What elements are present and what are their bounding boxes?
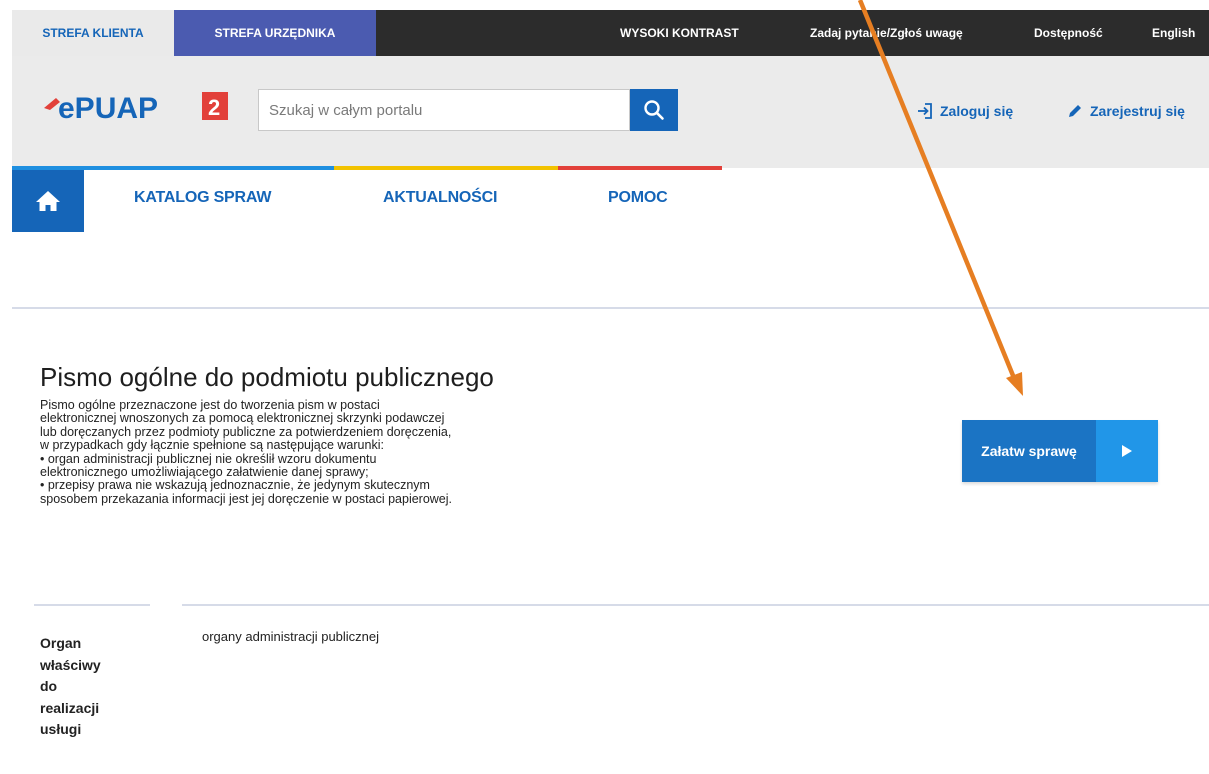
nav-help[interactable]: POMOC	[608, 189, 668, 207]
organ-label-line: właściwy	[40, 656, 101, 673]
value-divider	[182, 604, 1209, 606]
handle-case-button[interactable]: Załatw sprawę	[962, 420, 1158, 482]
organ-label: Organ właściwy do realizacji usługi	[40, 633, 101, 741]
nav-catalog[interactable]: KATALOG SPRAW	[134, 189, 271, 207]
login-link[interactable]: Zaloguj się	[916, 100, 1013, 122]
search-box	[258, 89, 630, 131]
organ-label-line: usługi	[40, 721, 82, 737]
login-icon	[918, 103, 932, 119]
login-label: Zaloguj się	[940, 103, 1014, 119]
search-icon	[644, 100, 664, 120]
service-description: Pismo ogólne przeznaczone jest do tworze…	[40, 398, 580, 506]
english-link[interactable]: English	[1152, 10, 1195, 56]
organ-value: organy administracji publicznej	[202, 629, 380, 644]
accessibility-link[interactable]: Dostępność	[1034, 10, 1103, 56]
pencil-icon	[1069, 105, 1081, 117]
description-line: lub doręczanych przez podmioty publiczne…	[40, 424, 452, 439]
description-line: Pismo ogólne przeznaczone jest do tworze…	[40, 398, 380, 412]
header: ePUAP 2 Zaloguj się Zarejestruj się	[12, 56, 1209, 168]
register-label: Zarejestruj się	[1090, 103, 1185, 119]
play-arrow-box	[1096, 420, 1158, 482]
description-line: • przepisy prawa nie wskazują jednoznacz…	[40, 478, 430, 493]
play-icon	[1122, 445, 1132, 457]
description-line: • organ administracji publicznej nie okr…	[40, 451, 377, 466]
organ-label-line: realizacji	[40, 699, 100, 716]
home-icon	[36, 191, 60, 211]
organ-label-line: do	[40, 678, 58, 694]
tab-client-zone[interactable]: STREFA KLIENTA	[12, 10, 174, 56]
organ-label-line: Organ	[40, 635, 82, 651]
high-contrast-link[interactable]: WYSOKI KONTRAST	[620, 10, 739, 56]
stripe-red	[558, 166, 722, 170]
tab-official-zone[interactable]: STREFA URZĘDNIKA	[174, 10, 376, 56]
svg-text:ePUAP: ePUAP	[58, 92, 158, 125]
section-divider	[12, 307, 1209, 309]
svg-text:2: 2	[208, 95, 220, 120]
description-line: elektronicznego umożliwiającego załatwie…	[40, 465, 369, 480]
handle-case-label: Załatw sprawę	[981, 443, 1077, 459]
search-input[interactable]	[269, 90, 619, 130]
stripe-yellow	[334, 166, 558, 170]
label-divider	[34, 604, 150, 606]
description-line: elektronicznej wnoszonych za pomocą elek…	[40, 411, 445, 426]
logo-graphic: ePUAP 2	[44, 92, 228, 125]
search-button[interactable]	[630, 89, 678, 131]
description-line: sposobem przekazania informacji jest jej…	[40, 491, 453, 506]
page-title: Pismo ogólne do podmiotu publicznego	[40, 362, 494, 392]
home-button[interactable]	[12, 170, 84, 232]
nav-news[interactable]: AKTUALNOŚCI	[383, 189, 497, 207]
epuap-logo[interactable]: ePUAP 2	[42, 86, 242, 125]
register-link[interactable]: Zarejestruj się	[1066, 100, 1185, 122]
ask-question-link[interactable]: Zadaj pytanie/Zgłoś uwagę	[810, 10, 963, 56]
top-bar: STREFA KLIENTA STREFA URZĘDNIKA WYSOKI K…	[12, 10, 1209, 56]
description-line: w przypadkach gdy łącznie spełnione są n…	[40, 438, 384, 453]
